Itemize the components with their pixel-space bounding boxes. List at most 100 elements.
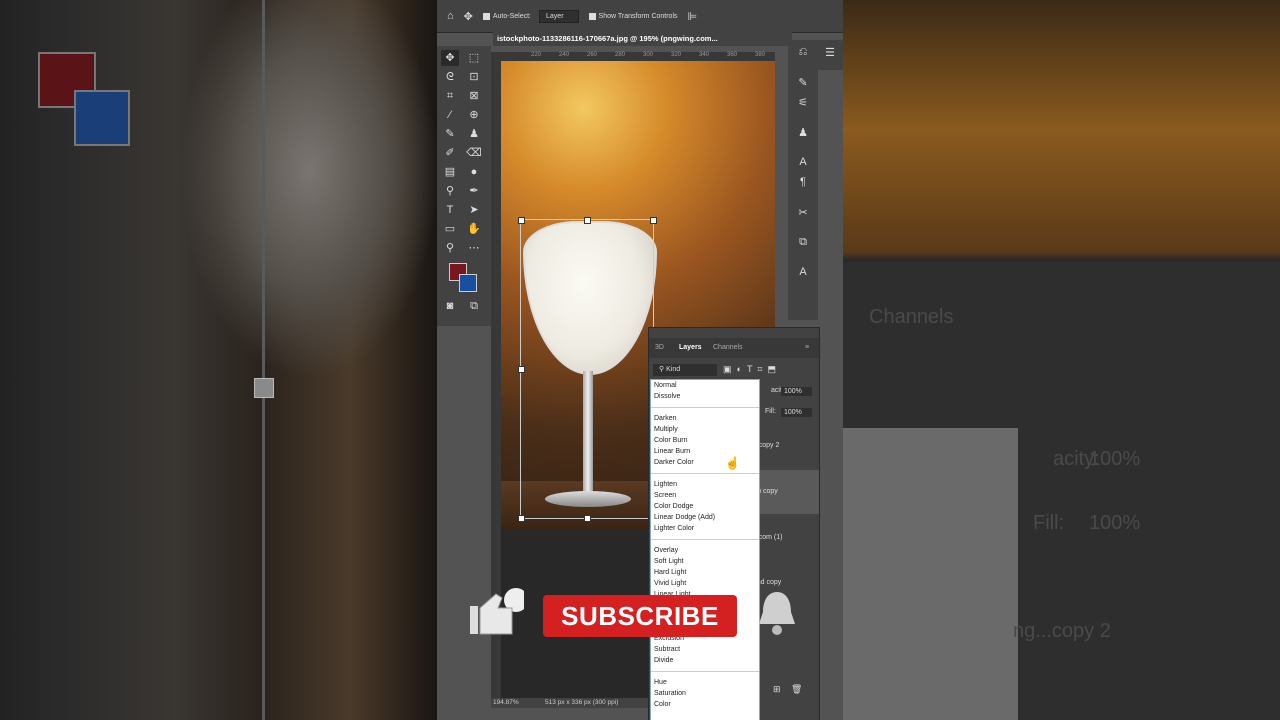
document-tab[interactable]: istockphoto-1133286116-170667a.jpg @ 195… bbox=[493, 32, 792, 46]
delete-layer-icon[interactable]: 🗑 bbox=[791, 684, 802, 695]
transform-bounding-box[interactable] bbox=[518, 217, 657, 522]
paragraph-icon[interactable]: ¶ bbox=[791, 176, 815, 188]
transform-handle[interactable] bbox=[518, 366, 525, 373]
history-icon[interactable]: ⎌ bbox=[791, 46, 815, 59]
stamp-tool-icon[interactable]: ♟ bbox=[465, 126, 483, 142]
frame-tool-icon[interactable]: ⊠ bbox=[465, 88, 483, 104]
opacity-input[interactable]: 100% bbox=[781, 387, 812, 396]
blend-mode-screen[interactable]: Screen bbox=[651, 490, 759, 501]
blur-blob bbox=[180, 0, 437, 380]
auto-select-dropdown[interactable]: Layer bbox=[539, 9, 579, 23]
auto-select-checkbox[interactable] bbox=[482, 12, 490, 20]
ruler-mark: 260 bbox=[587, 52, 598, 58]
clone-source-icon[interactable]: ♟ bbox=[791, 126, 815, 139]
transform-handle[interactable] bbox=[518, 515, 525, 522]
bell-icon[interactable] bbox=[755, 588, 799, 636]
tab-layers[interactable]: Layers bbox=[679, 344, 702, 351]
blend-mode-soft-light[interactable]: Soft Light bbox=[651, 556, 759, 567]
align-icon[interactable]: ⊫ bbox=[688, 10, 698, 23]
blend-mode-dropdown[interactable]: Normal Dissolve Darken Multiply Color Bu… bbox=[650, 379, 760, 720]
transform-handle[interactable] bbox=[518, 217, 525, 224]
separator bbox=[651, 407, 759, 408]
blend-mode-subtract[interactable]: Subtract bbox=[651, 644, 759, 655]
blend-mode-dissolve[interactable]: Dissolve bbox=[651, 391, 759, 402]
fill-input[interactable]: 100% bbox=[781, 408, 812, 417]
marquee-tool-icon[interactable]: ⬚ bbox=[465, 50, 483, 66]
ruler-mark: 240 bbox=[559, 52, 570, 58]
tools-panel: ✥ ⬚ ᘓ ⊡ ⌗ ⊠ ⁄ ⊕ ✎ ♟ ✐ ⌫ ▤ ● ⚲ ✒ T ➤ ▭ ✋ … bbox=[437, 46, 491, 326]
filter-icons[interactable]: ▣◐T⌗⬒ bbox=[723, 364, 781, 375]
subscribe-button[interactable]: SUBSCRIBE bbox=[543, 595, 737, 637]
path-select-icon[interactable]: ➤ bbox=[465, 202, 483, 218]
brush-tool-icon[interactable]: ✎ bbox=[441, 126, 459, 142]
properties-dock: ☰ bbox=[818, 40, 843, 70]
tab-3d[interactable]: 3D bbox=[655, 344, 664, 351]
home-icon[interactable]: ⌂ bbox=[447, 10, 454, 22]
eraser-tool-icon[interactable]: ⌫ bbox=[465, 145, 483, 161]
blend-mode-hue[interactable]: Hue bbox=[651, 677, 759, 688]
move-tool-icon[interactable]: ✥ bbox=[441, 50, 459, 66]
blend-mode-darken[interactable]: Darken bbox=[651, 413, 759, 424]
libraries-icon[interactable]: ⧉ bbox=[791, 236, 815, 249]
filter-kind-dropdown[interactable]: ⚲ Kind bbox=[653, 364, 717, 376]
tools-icon[interactable]: ✂ bbox=[791, 206, 815, 219]
blend-mode-linear-dodge[interactable]: Linear Dodge (Add) bbox=[651, 512, 759, 523]
background-color-swatch[interactable] bbox=[459, 274, 477, 292]
properties-icon[interactable]: ☰ bbox=[818, 46, 842, 59]
blend-mode-lighten[interactable]: Lighten bbox=[651, 479, 759, 490]
crop-tool-icon[interactable]: ⌗ bbox=[441, 88, 459, 104]
character-icon[interactable]: A bbox=[791, 156, 815, 168]
background-left-blurred bbox=[0, 0, 437, 720]
screen-mode-icon[interactable]: ⧉ bbox=[465, 298, 483, 314]
like-thumb-icon[interactable] bbox=[468, 588, 528, 636]
panel-dock: ⎌ ✎ ⚟ ♟ A ¶ ✂ ⧉ A bbox=[788, 40, 818, 320]
doc-info[interactable]: 513 px x 336 px (300 ppi) bbox=[545, 698, 618, 708]
blend-mode-hard-light[interactable]: Hard Light bbox=[651, 567, 759, 578]
show-transform-label: Show Transform Controls bbox=[598, 12, 678, 20]
move-tool-icon[interactable]: ✥ bbox=[464, 10, 473, 23]
show-transform-checkbox[interactable] bbox=[588, 12, 596, 20]
blend-mode-linear-burn[interactable]: Linear Burn bbox=[651, 446, 759, 457]
blend-mode-vivid-light[interactable]: Vivid Light bbox=[651, 578, 759, 589]
blend-mode-color-burn[interactable]: Color Burn bbox=[651, 435, 759, 446]
panel-menu-icon[interactable]: ≡ bbox=[805, 344, 809, 351]
blurred-layer-name: ng...copy 2 bbox=[1013, 620, 1111, 642]
brush-settings-icon[interactable]: ✎ bbox=[791, 76, 815, 89]
zoom-level[interactable]: 194.87% bbox=[493, 698, 519, 708]
brush-presets-icon[interactable]: ⚟ bbox=[791, 96, 815, 109]
transform-handle[interactable] bbox=[584, 217, 591, 224]
blend-mode-overlay[interactable]: Overlay bbox=[651, 545, 759, 556]
transform-handle[interactable] bbox=[584, 515, 591, 522]
type-tool-icon[interactable]: T bbox=[441, 202, 459, 218]
rectangle-tool-icon[interactable]: ▭ bbox=[441, 221, 459, 237]
new-layer-icon[interactable]: ⊞ bbox=[773, 684, 781, 695]
more-tools-icon[interactable]: ⋯ bbox=[465, 240, 483, 256]
tab-channels[interactable]: Channels bbox=[713, 344, 743, 351]
blend-mode-saturation[interactable]: Saturation bbox=[651, 688, 759, 699]
lasso-tool-icon[interactable]: ᘓ bbox=[441, 69, 459, 85]
blur-tool-icon[interactable]: ● bbox=[465, 164, 483, 180]
blend-mode-color[interactable]: Color bbox=[651, 699, 759, 710]
blend-mode-lighter-color[interactable]: Lighter Color bbox=[651, 523, 759, 534]
quick-mask-icon[interactable]: ◙ bbox=[441, 298, 459, 314]
blend-mode-divide[interactable]: Divide bbox=[651, 655, 759, 666]
glyphs-icon[interactable]: A bbox=[791, 266, 815, 278]
blurred-edge bbox=[262, 0, 265, 720]
blurred-handle bbox=[254, 378, 274, 398]
hand-tool-icon[interactable]: ✋ bbox=[465, 221, 483, 237]
ruler-top: 220 240 260 280 300 320 340 360 380 bbox=[501, 52, 775, 61]
transform-handle[interactable] bbox=[650, 217, 657, 224]
blend-mode-darker-color[interactable]: Darker Color bbox=[651, 457, 759, 468]
dodge-tool-icon[interactable]: ⚲ bbox=[441, 183, 459, 199]
blend-mode-color-dodge[interactable]: Color Dodge bbox=[651, 501, 759, 512]
gradient-tool-icon[interactable]: ▤ bbox=[441, 164, 459, 180]
eyedropper-icon[interactable]: ⁄ bbox=[441, 107, 459, 123]
history-brush-icon[interactable]: ✐ bbox=[441, 145, 459, 161]
healing-brush-icon[interactable]: ⊕ bbox=[465, 107, 483, 123]
blend-mode-normal[interactable]: Normal bbox=[651, 380, 759, 391]
pen-tool-icon[interactable]: ✒ bbox=[465, 183, 483, 199]
blend-mode-multiply[interactable]: Multiply bbox=[651, 424, 759, 435]
object-select-icon[interactable]: ⊡ bbox=[465, 69, 483, 85]
ruler-mark: 360 bbox=[727, 52, 738, 58]
zoom-tool-icon[interactable]: ⚲ bbox=[441, 240, 459, 256]
